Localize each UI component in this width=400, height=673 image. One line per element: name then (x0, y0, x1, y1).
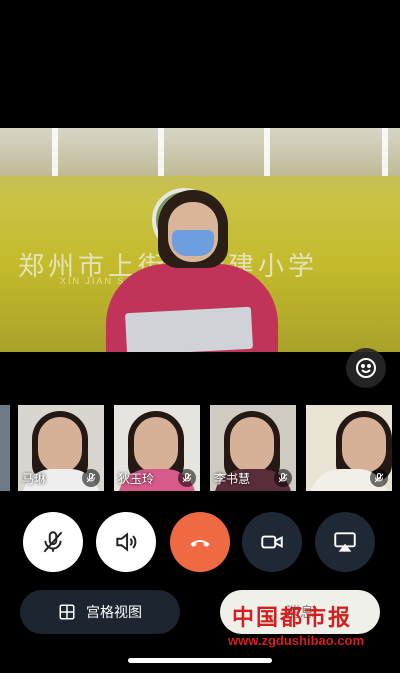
mic-muted-icon (370, 469, 388, 487)
ceiling-light (158, 128, 164, 176)
emoji-icon (356, 358, 376, 378)
watermark-url: www.zgdushibao.com (228, 633, 365, 648)
mic-muted-icon (43, 531, 63, 553)
screen-share-icon (334, 532, 356, 552)
participant-name: 马琳 (22, 472, 47, 486)
mic-muted-icon (178, 469, 196, 487)
participant-name: 狄玉玲 (118, 472, 155, 486)
participant-strip[interactable]: 马琳 狄玉玲 李书慧 (0, 405, 400, 491)
participant-tile[interactable] (0, 405, 10, 491)
camera-icon (261, 535, 283, 549)
speaker-button[interactable] (96, 512, 156, 572)
mute-microphone-button[interactable] (23, 512, 83, 572)
speaker-icon (116, 532, 137, 552)
camera-button[interactable] (242, 512, 302, 572)
home-indicator[interactable] (128, 658, 272, 663)
main-video[interactable]: 郑州市上街区新建小学 XIN JIAN SCHOOL (0, 128, 400, 352)
participant-tile[interactable]: 马琳 (18, 405, 104, 491)
hangup-icon (190, 540, 210, 547)
screen-share-button[interactable] (315, 512, 375, 572)
ceiling-light (264, 128, 270, 176)
ceiling-light (382, 128, 388, 176)
ceiling-light (52, 128, 58, 176)
participant-name: 李书慧 (214, 472, 251, 486)
emoji-reaction-button[interactable] (346, 348, 386, 388)
ceiling (0, 128, 400, 176)
watermark-title: 中国都市报 (232, 605, 353, 631)
grid-view-label: 宫格视图 (86, 604, 142, 620)
paper-document (124, 306, 254, 352)
speaker-person (96, 190, 286, 352)
participant-tile[interactable]: 狄玉玲 (114, 405, 200, 491)
grid-view-button[interactable]: 宫格视图 (20, 590, 180, 634)
mic-muted-icon (274, 469, 292, 487)
mic-muted-icon (82, 469, 100, 487)
participant-tile[interactable] (306, 405, 392, 491)
grid-icon (59, 604, 75, 620)
participant-tile[interactable]: 李书慧 (210, 405, 296, 491)
hang-up-button[interactable] (170, 512, 230, 572)
